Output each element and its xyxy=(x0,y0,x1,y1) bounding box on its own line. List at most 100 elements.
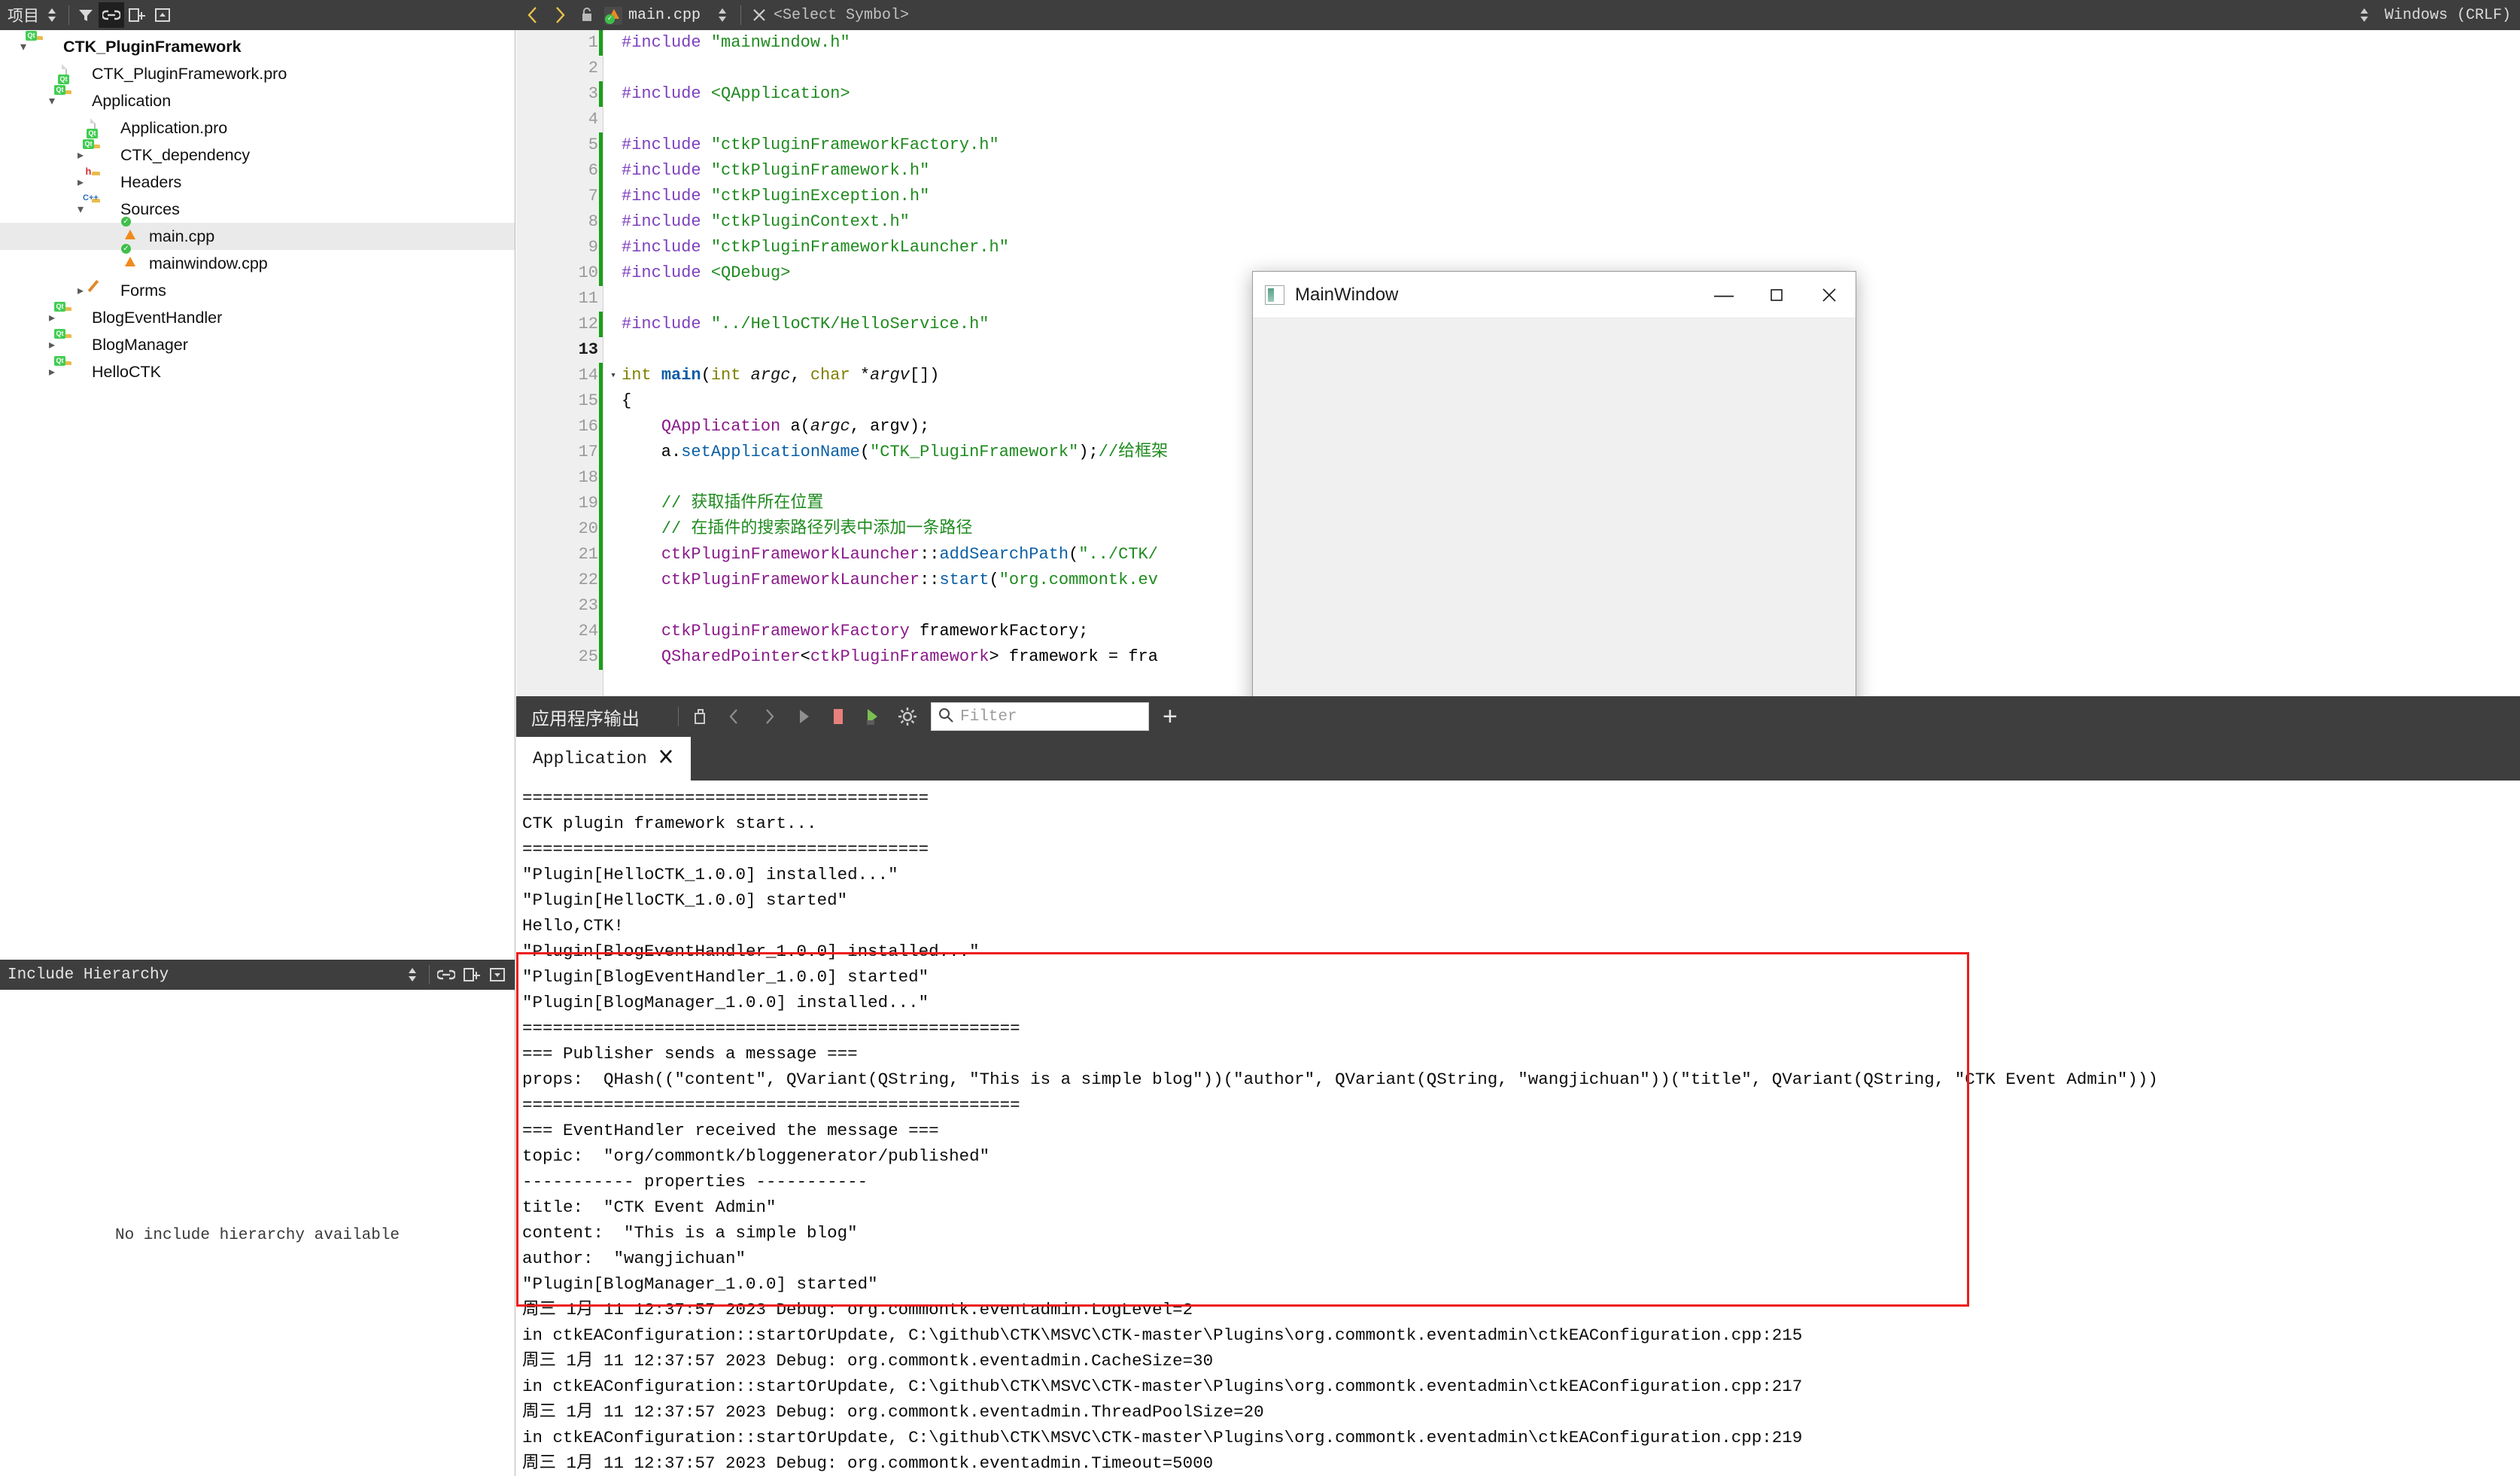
code-line[interactable]: #include "mainwindow.h" xyxy=(622,30,2520,56)
chevron-right-icon[interactable]: ▸ xyxy=(69,175,92,190)
sort-icon[interactable] xyxy=(400,962,425,988)
editor-toolbar: ✓ main.cpp <Select Symbol> Windows (CRLF… xyxy=(515,0,2520,30)
tree-item-blogeventhandler[interactable]: ▸ Qt BlogEventHandler xyxy=(0,302,515,331)
tree-item-blogmanager[interactable]: ▸ Qt BlogManager xyxy=(0,329,515,358)
code-line[interactable]: #include "ctkPluginFrameworkLauncher.h" xyxy=(622,235,2520,260)
change-marker xyxy=(599,440,603,465)
chevron-down-icon[interactable]: ▾ xyxy=(41,93,63,108)
filter-icon[interactable] xyxy=(73,2,99,28)
symbol-selector[interactable]: <Select Symbol> xyxy=(774,7,909,24)
search-icon xyxy=(938,707,954,727)
code-line[interactable] xyxy=(622,56,2520,81)
project-tree[interactable]: ▾ Qt CTK_PluginFramework Qt CTK_PluginFramew… xyxy=(0,30,515,385)
divider xyxy=(678,707,679,726)
link-icon[interactable] xyxy=(433,962,459,988)
tree-item-ctk-dependency[interactable]: ▸ Qt CTK_dependency xyxy=(0,139,515,169)
console-line: in ctkEAConfiguration::startOrUpdate, C:… xyxy=(522,1325,1803,1345)
line-number: 7 xyxy=(516,184,603,209)
console-line: content: "This is a simple blog" xyxy=(522,1223,858,1243)
console-line: "Plugin[BlogEventHandler_1.0.0] installe… xyxy=(522,942,980,961)
add-output-pane-button[interactable]: + xyxy=(1163,702,1178,732)
tree-item-application-pro[interactable]: Qt Application.pro xyxy=(0,114,515,142)
console-line: title: "CTK Event Admin" xyxy=(522,1198,777,1217)
maximize-button[interactable] xyxy=(1750,272,1803,318)
stop-icon[interactable] xyxy=(821,699,856,734)
change-marker xyxy=(599,209,603,235)
line-number: 10 xyxy=(516,260,603,286)
fold-toggle-icon[interactable]: ▾ xyxy=(606,363,621,388)
tree-item-application[interactable]: ▾ Qt Application xyxy=(0,85,515,114)
line-number: 24 xyxy=(516,619,603,644)
console-line: Hello,CTK! xyxy=(522,916,625,936)
console-output[interactable]: ========================================… xyxy=(516,781,2520,1476)
collapse-icon[interactable] xyxy=(485,962,510,988)
next-icon[interactable] xyxy=(752,699,786,734)
chevron-down-icon[interactable]: ▾ xyxy=(12,39,35,54)
tree-item-label: Application.pro xyxy=(120,118,228,137)
line-ending-indicator[interactable]: Windows (CRLF) xyxy=(2351,2,2520,28)
close-icon[interactable] xyxy=(658,748,674,770)
change-marker xyxy=(599,516,603,542)
link-icon[interactable] xyxy=(99,2,124,28)
code-line[interactable]: #include "ctkPluginFramework.h" xyxy=(622,158,2520,184)
close-icon[interactable] xyxy=(746,2,772,28)
tree-item-mainwindow-cpp[interactable]: ✓ mainwindow.cpp xyxy=(0,244,515,277)
chevron-down-icon[interactable]: ▾ xyxy=(69,202,92,217)
collapse-icon[interactable] xyxy=(150,2,175,28)
split-add-icon[interactable] xyxy=(459,962,485,988)
change-marker xyxy=(599,158,603,184)
prev-icon[interactable] xyxy=(717,699,752,734)
close-button[interactable] xyxy=(1803,272,1856,318)
chevron-right-icon[interactable]: ▸ xyxy=(41,310,63,325)
change-marker xyxy=(599,235,603,260)
minimize-button[interactable]: — xyxy=(1698,272,1750,318)
chevron-right-icon[interactable]: ▸ xyxy=(41,364,63,379)
tree-item-ctk-pluginframework-pro[interactable]: Qt CTK_PluginFramework.pro xyxy=(0,60,515,87)
copy-icon[interactable] xyxy=(682,699,717,734)
change-marker xyxy=(599,363,603,388)
line-number: 16 xyxy=(516,414,603,440)
console-line: topic: "org/commontk/bloggenerator/publi… xyxy=(522,1146,990,1166)
code-line[interactable]: #include "ctkPluginException.h" xyxy=(622,184,2520,209)
nav-forward-icon[interactable] xyxy=(547,2,573,28)
tree-item-helloctk[interactable]: ▸ Qt HelloCTK xyxy=(0,356,515,385)
mainwindow-body xyxy=(1253,318,1856,759)
mainwindow-dialog[interactable]: MainWindow — xyxy=(1252,271,1856,759)
lock-icon[interactable] xyxy=(574,2,600,28)
sort-icon[interactable] xyxy=(39,2,65,28)
project-tree-panel[interactable]: ▾ Qt CTK_PluginFramework Qt CTK_PluginFramew… xyxy=(0,30,515,960)
sort-icon-right[interactable] xyxy=(2351,2,2377,28)
project-panel-title: 项目 xyxy=(8,8,39,25)
tree-item-ctk-pluginframework[interactable]: ▾ Qt CTK_PluginFramework xyxy=(0,31,515,60)
code-line[interactable]: #include <QApplication> xyxy=(622,81,2520,107)
filter-input[interactable]: Filter xyxy=(931,702,1149,731)
console-line: ----------- properties ----------- xyxy=(522,1172,868,1191)
settings-icon[interactable] xyxy=(890,699,925,734)
application-output-title: 应用程序输出 xyxy=(531,708,640,729)
tree-item-forms[interactable]: ▸ Forms xyxy=(0,277,515,304)
tree-item-main-cpp[interactable]: ✓ main.cpp xyxy=(0,217,515,250)
mainwindow-titlebar[interactable]: MainWindow — xyxy=(1253,272,1856,318)
divider xyxy=(429,965,430,985)
tree-item-sources[interactable]: ▾ C++ Sources xyxy=(0,193,515,223)
chevron-right-icon[interactable]: ▸ xyxy=(69,148,92,163)
chevron-right-icon[interactable]: ▸ xyxy=(41,337,63,352)
split-add-icon[interactable] xyxy=(124,2,150,28)
code-line[interactable]: #include "ctkPluginFrameworkFactory.h" xyxy=(622,132,2520,158)
tree-item-label: Application xyxy=(92,91,172,110)
change-marker xyxy=(599,542,603,568)
code-line[interactable] xyxy=(622,107,2520,132)
file-tab-main-cpp[interactable]: ✓ main.cpp xyxy=(601,6,708,25)
line-number: 19 xyxy=(516,491,603,516)
change-marker xyxy=(599,619,603,644)
line-number: 3 xyxy=(516,81,603,107)
tree-item-headers[interactable]: ▸ h Headers xyxy=(0,166,515,196)
output-tab-application[interactable]: Application xyxy=(516,737,691,781)
nav-back-icon[interactable] xyxy=(520,2,546,28)
run-icon[interactable] xyxy=(786,699,821,734)
console-line: author: "wangjichuan" xyxy=(522,1249,746,1268)
rerun-icon[interactable] xyxy=(856,699,890,734)
code-line[interactable]: #include "ctkPluginContext.h" xyxy=(622,209,2520,235)
console-line: 周三 1月 11 12:37:57 2023 Debug: org.common… xyxy=(522,1300,1193,1319)
sort-icon-editor[interactable] xyxy=(710,2,735,28)
